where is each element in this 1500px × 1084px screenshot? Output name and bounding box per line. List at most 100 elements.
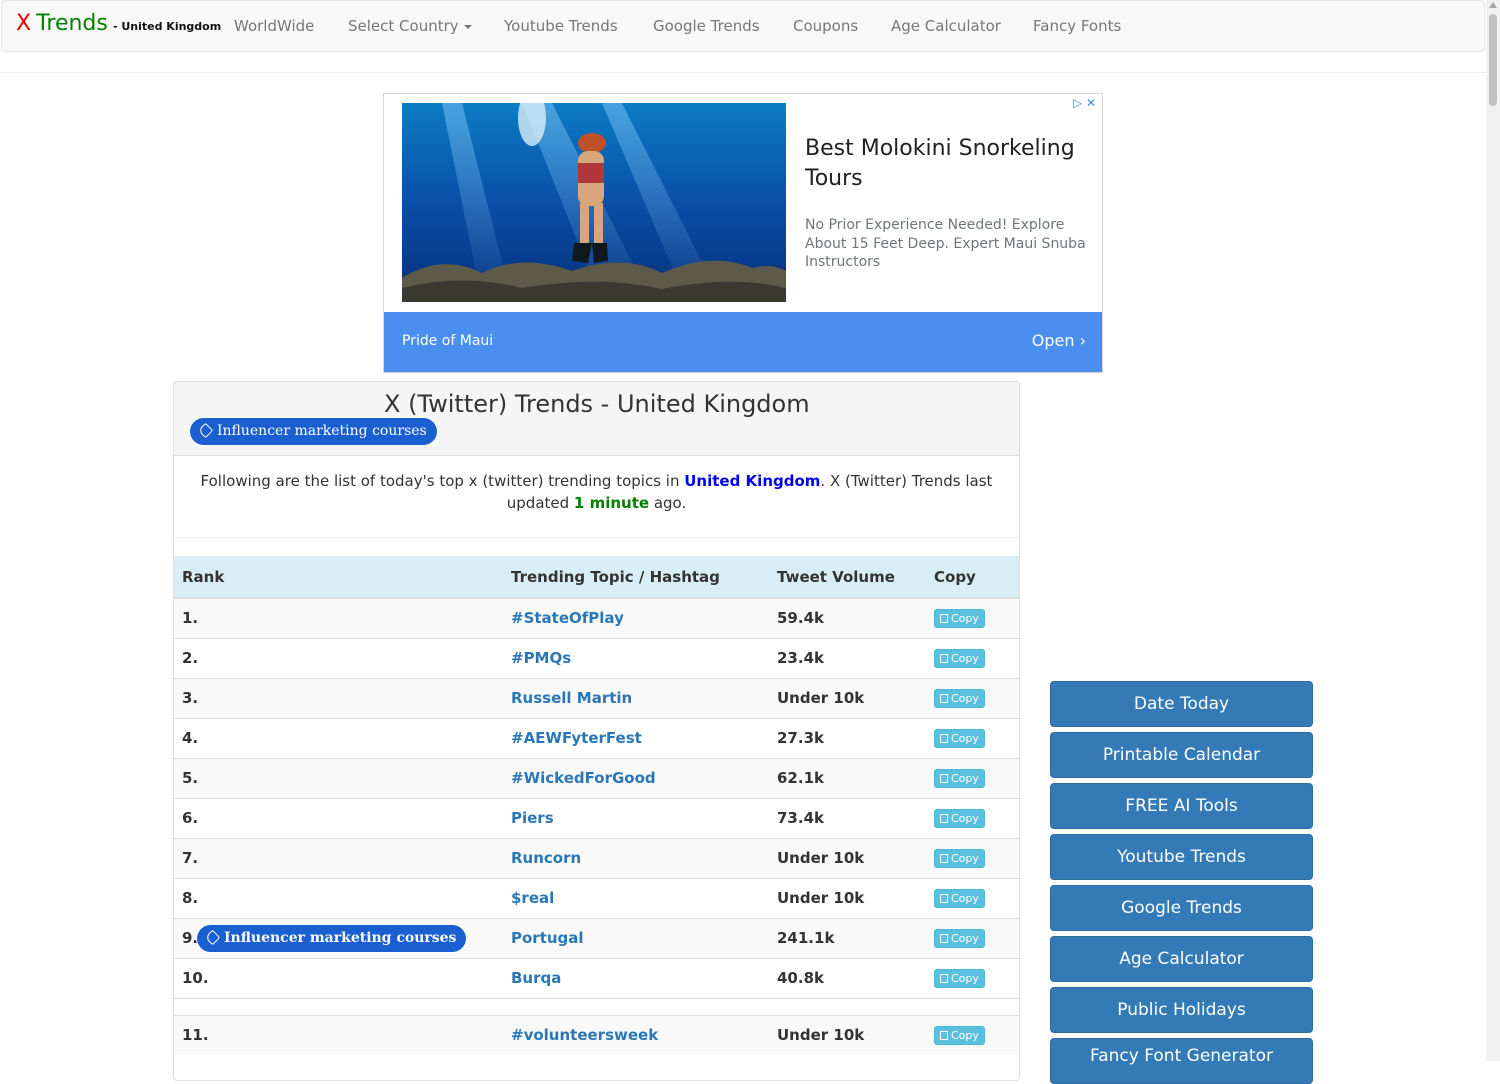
sidebar-fancy-font-generator-button[interactable]: Fancy Font Generator — [1050, 1038, 1313, 1084]
nav-coupons[interactable]: Coupons — [793, 17, 858, 35]
trend-topic-link[interactable]: #StateOfPlay — [511, 609, 624, 627]
ad-footer-bar[interactable]: Pride of Maui Open › — [384, 312, 1102, 372]
copy-cell: Copy — [926, 717, 1019, 758]
trend-rank-value: 9. — [182, 929, 199, 947]
sidebar-date-today-button[interactable]: Date Today — [1050, 681, 1313, 727]
trend-rank-value: 7. — [182, 849, 199, 867]
copy-cell: Copy — [926, 757, 1019, 798]
copy-label: Copy — [951, 812, 979, 825]
tag-icon — [204, 929, 221, 945]
copy-button[interactable]: Copy — [934, 1026, 985, 1046]
chevron-down-icon — [463, 24, 472, 29]
trend-topic-cell: Russell Martin — [503, 677, 769, 718]
advertisement[interactable]: ▷ ✕ Best Molokini Snorkeling Tours No Pr… — [383, 93, 1103, 373]
trend-topic-link[interactable]: $real — [511, 889, 554, 907]
trend-rank-value: 8. — [182, 889, 199, 907]
copy-icon — [940, 734, 948, 743]
header-rank: Rank — [174, 556, 503, 599]
nav-google-trends[interactable]: Google Trends — [653, 17, 760, 35]
table-row: 7. Runcorn Under 10k Copy — [174, 837, 1019, 878]
influencer-courses-tag[interactable]: Influencer marketing courses — [190, 418, 437, 445]
table-row: 2. #PMQs 23.4k Copy — [174, 637, 1019, 678]
sidebar-public-holidays-button[interactable]: Public Holidays — [1050, 987, 1313, 1033]
influencer-courses-tag[interactable]: Influencer marketing courses — [197, 924, 467, 952]
copy-button[interactable]: Copy — [934, 969, 985, 988]
navbar: X Trends - United Kingdom WorldWide Sele… — [1, 0, 1485, 52]
trend-topic-cell: Portugal — [503, 917, 769, 958]
copy-cell: Copy — [926, 797, 1019, 838]
trend-rank-value: 5. — [182, 769, 199, 787]
country-link[interactable]: United Kingdom — [684, 472, 820, 490]
copy-label: Copy — [951, 692, 979, 705]
trend-topic-link[interactable]: #WickedForGood — [511, 769, 656, 787]
sidebar-youtube-trends-button[interactable]: Youtube Trends — [1050, 834, 1313, 880]
scrollbar-thumb[interactable] — [1489, 14, 1497, 106]
panel-heading: X (Twitter) Trends - United Kingdom Infl… — [174, 382, 1019, 456]
trend-topic-link[interactable]: Runcorn — [511, 849, 581, 867]
ad-title[interactable]: Best Molokini Snorkeling Tours — [805, 134, 1085, 194]
table-header-row: Rank Trending Topic / Hashtag Tweet Volu… — [174, 556, 1019, 599]
trend-rank: 10. — [174, 957, 503, 998]
last-updated-value: 1 minute — [573, 494, 650, 512]
copy-label: Copy — [951, 1029, 979, 1043]
sidebar-free-ai-tools-button[interactable]: FREE AI Tools — [1050, 783, 1313, 829]
trend-topic-link[interactable]: #volunteersweek — [511, 1026, 658, 1044]
trend-rank-value: 3. — [182, 689, 199, 707]
tag-label: Influencer marketing courses — [217, 423, 427, 439]
copy-cell: Copy — [926, 917, 1019, 958]
copy-button[interactable]: Copy — [934, 689, 985, 708]
trend-topic-cell: #volunteersweek — [503, 1014, 769, 1055]
copy-button[interactable]: Copy — [934, 929, 985, 948]
header-volume: Tweet Volume — [769, 556, 926, 599]
scrollbar[interactable] — [1486, 0, 1500, 1061]
copy-cell: Copy — [926, 597, 1019, 638]
brand-logo[interactable]: X Trends - United Kingdom — [16, 11, 221, 36]
trend-topic-link[interactable]: #AEWFyterFest — [511, 729, 642, 747]
copy-button[interactable]: Copy — [934, 889, 985, 908]
trend-rank-value: 2. — [182, 649, 199, 667]
nav-fancy-fonts[interactable]: Fancy Fonts — [1033, 17, 1121, 35]
copy-cell: Copy — [926, 677, 1019, 718]
trend-topic-link[interactable]: Piers — [511, 809, 554, 827]
tag-label: Influencer marketing courses — [224, 929, 457, 946]
copy-button[interactable]: Copy — [934, 729, 985, 748]
ad-open-button[interactable]: Open › — [1032, 331, 1086, 350]
copy-cell: Copy — [926, 877, 1019, 918]
trend-topic-link[interactable]: Russell Martin — [511, 689, 632, 707]
table-row: 9. Influencer marketing courses Portugal 24… — [174, 917, 1019, 958]
copy-icon — [940, 654, 948, 663]
trend-topic-cell: #StateOfPlay — [503, 597, 769, 638]
trend-rank-value: 1. — [182, 609, 199, 628]
divider — [174, 537, 1019, 538]
nav-youtube-trends[interactable]: Youtube Trends — [504, 17, 618, 35]
nav-select-country[interactable]: Select Country — [348, 17, 472, 35]
ad-description: No Prior Experience Needed! Explore Abou… — [805, 217, 1086, 270]
copy-button[interactable]: Copy — [934, 769, 985, 788]
close-icon[interactable]: ✕ — [1086, 96, 1096, 110]
nav-age-calculator[interactable]: Age Calculator — [891, 17, 1001, 35]
play-triangle-icon[interactable]: ▷ — [1073, 96, 1082, 110]
copy-button[interactable]: Copy — [934, 849, 985, 868]
trend-topic-link[interactable]: Portugal — [511, 929, 584, 947]
ad-choices[interactable]: ▷ ✕ — [1073, 96, 1096, 110]
tweet-volume: Under 10k — [769, 837, 926, 878]
sidebar-printable-calendar-button[interactable]: Printable Calendar — [1050, 732, 1313, 778]
copy-button[interactable]: Copy — [934, 649, 985, 668]
scroll-up-icon[interactable] — [1489, 2, 1497, 8]
sidebar-google-trends-button[interactable]: Google Trends — [1050, 885, 1313, 931]
trend-rank: 5. — [174, 757, 503, 798]
trend-rank-value: 4. — [182, 729, 199, 747]
trend-topic-link[interactable]: Burqa — [511, 969, 561, 987]
copy-button[interactable]: Copy — [934, 609, 985, 629]
trend-rank: 8. — [174, 877, 503, 918]
ad-image-snorkeler[interactable] — [402, 103, 786, 302]
trend-topic-link[interactable]: #PMQs — [511, 649, 571, 667]
trend-rank: 2. — [174, 637, 503, 678]
sidebar-age-calculator-button[interactable]: Age Calculator — [1050, 936, 1313, 982]
trend-rank: 4. — [174, 717, 503, 758]
copy-icon — [940, 694, 948, 703]
copy-icon — [940, 614, 948, 624]
copy-button[interactable]: Copy — [934, 809, 985, 828]
nav-worldwide[interactable]: WorldWide — [234, 17, 314, 35]
table-row: 6. Piers 73.4k Copy — [174, 797, 1019, 838]
